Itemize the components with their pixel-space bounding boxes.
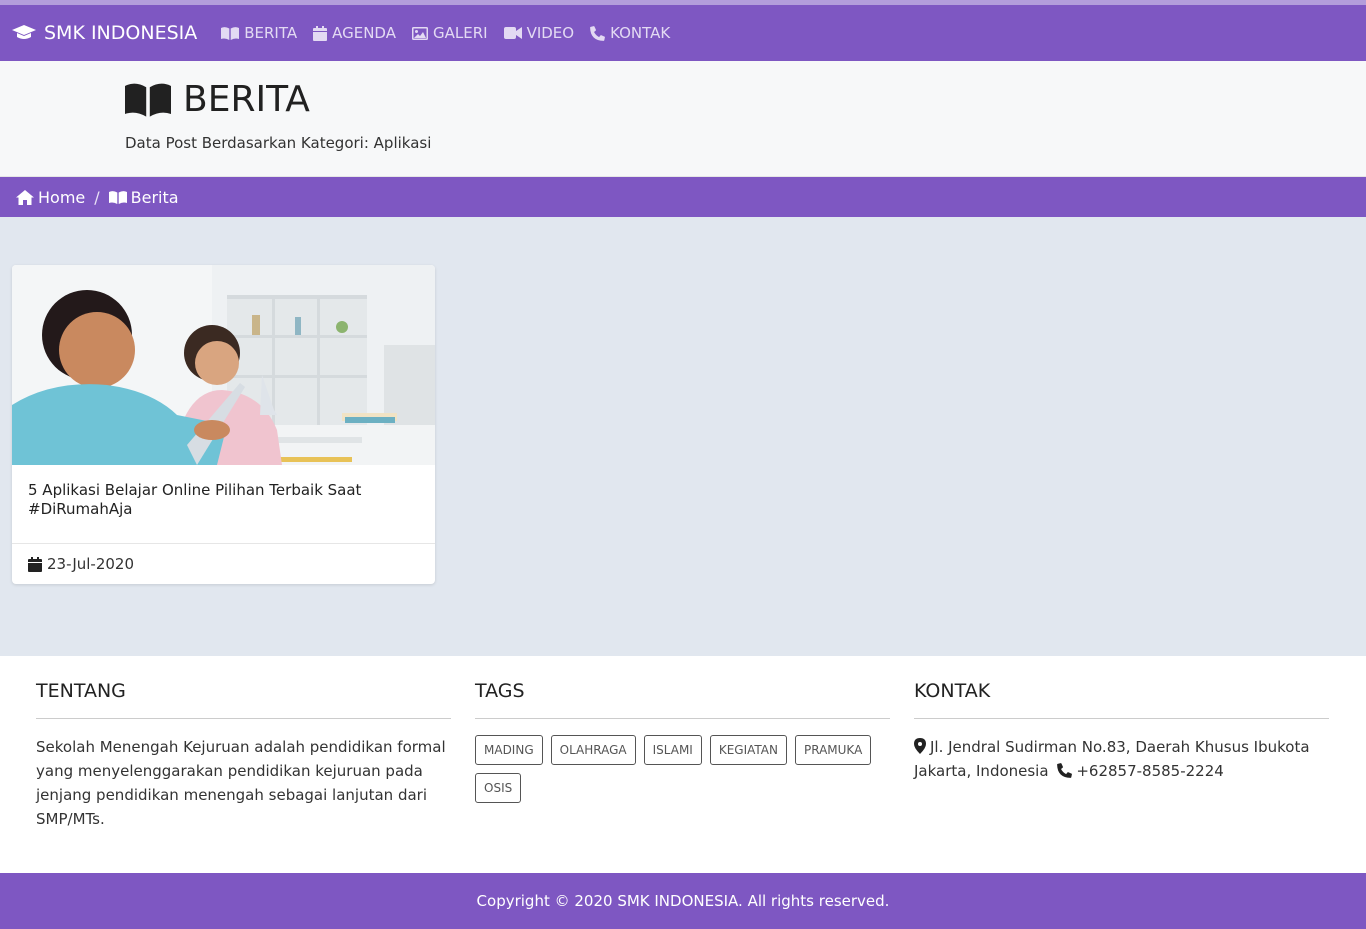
nav-berita[interactable]: BERITA — [221, 24, 297, 42]
post-date-label: 23-Jul-2020 — [47, 555, 135, 573]
page-subtitle: Data Post Berdasarkan Kategori: Aplikasi — [125, 134, 432, 152]
tag-kegiatan[interactable]: KEGIATAN — [709, 735, 787, 765]
footer-tags-heading: TAGS — [475, 680, 890, 719]
nav-berita-label: BERITA — [244, 24, 298, 42]
post-list: 5 Aplikasi Belajar Online Pilihan Terbai… — [0, 217, 1366, 656]
tag-osis[interactable]: OSIS — [475, 773, 522, 803]
site-footer: TENTANG Sekolah Menengah Kejuruan adalah… — [0, 656, 1366, 873]
phone-icon — [1057, 763, 1073, 778]
contact-phone: +62857-8585-2224 — [1076, 762, 1224, 780]
book-open-icon — [108, 190, 127, 204]
breadcrumb: Home / Berita — [0, 177, 1366, 217]
book-open-icon — [221, 26, 240, 40]
calendar-icon — [28, 556, 42, 572]
phone-icon — [590, 25, 606, 41]
video-camera-icon — [503, 27, 522, 39]
calendar-icon — [313, 25, 328, 41]
nav-galeri[interactable]: GALERI — [411, 24, 488, 42]
nav-galeri-label: GALERI — [432, 24, 488, 42]
nav-agenda[interactable]: AGENDA — [313, 24, 396, 42]
post-card: 5 Aplikasi Belajar Online Pilihan Terbai… — [12, 265, 435, 584]
footer-contact: KONTAK Jl. Jendral Sudirman No.83, Daera… — [914, 680, 1329, 873]
footer-about: TENTANG Sekolah Menengah Kejuruan adalah… — [36, 680, 451, 873]
breadcrumb-home-label: Home — [38, 187, 86, 207]
page-header: BERITA Data Post Berdasarkan Kategori: A… — [0, 61, 1366, 177]
breadcrumb-home[interactable]: Home — [16, 188, 85, 207]
footer-about-text: Sekolah Menengah Kejuruan adalah pendidi… — [36, 738, 446, 828]
nav-kontak-label: KONTAK — [610, 24, 671, 42]
image-icon — [411, 26, 428, 40]
tag-pramuka[interactable]: PRAMUKA — [795, 735, 872, 765]
home-icon — [16, 189, 34, 205]
nav-video[interactable]: VIDEO — [503, 24, 575, 42]
tag-list: MADING OLAHRAGA ISLAMI KEGIATAN PRAMUKA … — [475, 735, 890, 811]
brand-link[interactable]: SMK INDONESIA — [12, 22, 197, 44]
page-title-label: BERITA — [183, 79, 310, 120]
footer-tags: TAGS MADING OLAHRAGA ISLAMI KEGIATAN PRA… — [475, 680, 890, 873]
nav-agenda-label: AGENDA — [332, 24, 396, 42]
copyright-bar: Copyright © 2020 SMK INDONESIA. All righ… — [0, 873, 1366, 929]
tag-islami[interactable]: ISLAMI — [643, 735, 702, 765]
post-thumbnail[interactable] — [12, 265, 435, 465]
nav-video-label: VIDEO — [526, 24, 575, 42]
map-marker-icon — [914, 738, 926, 754]
brand-label: SMK INDONESIA — [44, 22, 198, 44]
footer-contact-heading: KONTAK — [914, 680, 1329, 719]
breadcrumb-current: Berita — [108, 187, 179, 207]
graduation-cap-icon — [12, 25, 36, 39]
breadcrumb-current-label: Berita — [130, 187, 179, 207]
book-open-icon — [125, 83, 171, 117]
copyright-text: Copyright © 2020 SMK INDONESIA. All righ… — [476, 892, 890, 910]
page-title: BERITA — [125, 79, 1366, 120]
post-title[interactable]: 5 Aplikasi Belajar Online Pilihan Terbai… — [12, 465, 435, 544]
footer-about-heading: TENTANG — [36, 680, 451, 719]
post-date: 23-Jul-2020 — [12, 544, 435, 584]
tag-mading[interactable]: MADING — [475, 735, 543, 765]
contact-info: Jl. Jendral Sudirman No.83, Daerah Khusu… — [914, 735, 1329, 783]
nav-kontak[interactable]: KONTAK — [590, 24, 670, 42]
breadcrumb-separator: / — [94, 187, 100, 207]
navbar: SMK INDONESIA BERITA AGENDA GALERI VIDEO… — [0, 5, 1366, 61]
tag-olahraga[interactable]: OLAHRAGA — [550, 735, 636, 765]
